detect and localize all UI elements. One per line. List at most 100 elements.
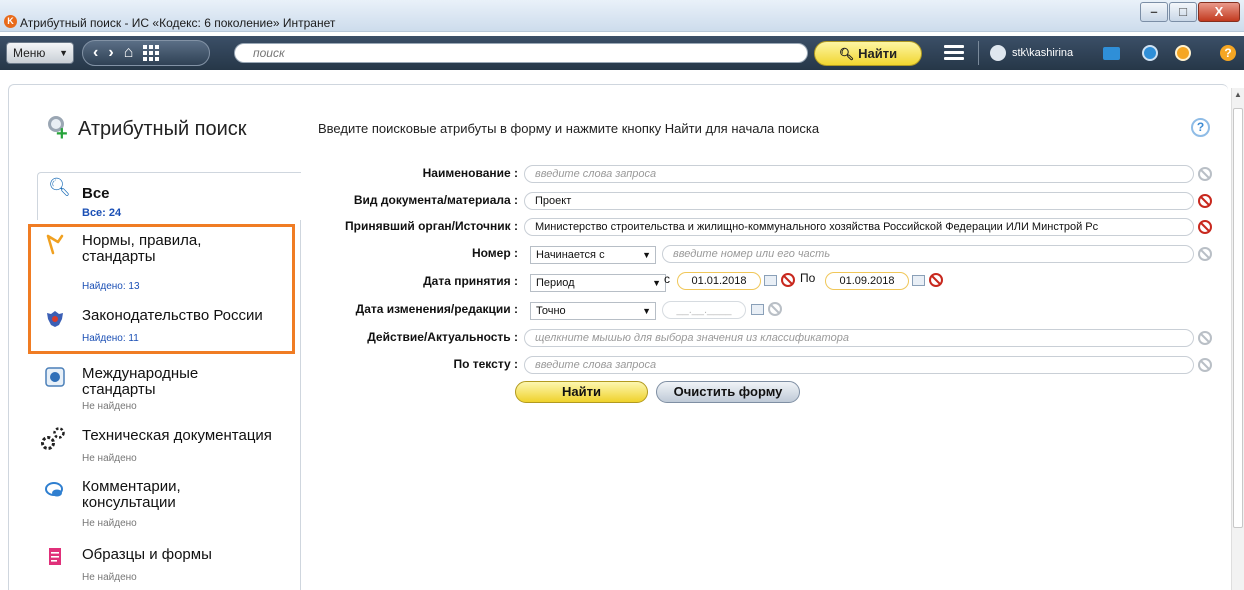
- category-legislation-label: Законодательство России: [82, 307, 263, 324]
- date-to-clear-icon[interactable]: [929, 273, 943, 287]
- date-from-label: с: [664, 272, 670, 286]
- date-to-label: По: [800, 271, 816, 285]
- category-all-label: Все: [82, 185, 110, 202]
- doc-type-field[interactable]: Проект: [524, 192, 1194, 210]
- category-legislation-status: Найдено: 11: [82, 333, 139, 344]
- date-changed-field[interactable]: __.__.____: [662, 301, 746, 319]
- folder-icon[interactable]: [1103, 47, 1120, 60]
- number-label: Номер :: [471, 246, 518, 260]
- calendar-icon[interactable]: [751, 304, 764, 315]
- toolbar-find-label: Найти: [858, 46, 898, 61]
- category-all[interactable]: 🔍︎ Все Все: 24: [37, 172, 301, 220]
- category-forms-label: Образцы и формы: [82, 546, 212, 563]
- search-input[interactable]: [235, 44, 807, 62]
- maximize-icon: □: [1179, 4, 1187, 19]
- clock-icon[interactable]: [1142, 45, 1158, 61]
- date-changed-clear-icon[interactable]: [768, 302, 782, 316]
- window-title: Атрибутный поиск - ИС «Кодекс: 6 поколен…: [20, 16, 336, 30]
- close-icon: X: [1214, 4, 1224, 19]
- issuer-label: Принявший орган/Источник :: [345, 219, 518, 233]
- issuer-clear-icon[interactable]: [1198, 220, 1212, 234]
- category-comments-label-2: консультации: [82, 494, 176, 511]
- comments-icon: [45, 482, 63, 497]
- date-changed-mode-select[interactable]: Точно ▼: [530, 302, 656, 320]
- category-international-status: Не найдено: [82, 401, 137, 412]
- sidebar-divider: [300, 220, 301, 590]
- page-title: Атрибутный поиск: [78, 117, 247, 140]
- toolbar-help-icon[interactable]: ?: [1220, 45, 1236, 61]
- doc-type-clear-icon[interactable]: [1198, 194, 1212, 208]
- scroll-up-arrow-icon[interactable]: ▲: [1232, 90, 1244, 99]
- norms-icon: [46, 234, 64, 255]
- number-clear-icon[interactable]: [1198, 247, 1212, 261]
- calendar-icon[interactable]: [764, 275, 777, 286]
- vertical-scrollbar[interactable]: ▲: [1231, 88, 1244, 590]
- name-clear-icon[interactable]: [1198, 167, 1212, 181]
- status-clear-icon[interactable]: [1198, 331, 1212, 345]
- text-clear-icon[interactable]: [1198, 358, 1212, 372]
- power-icon[interactable]: [1175, 45, 1191, 61]
- help-icon[interactable]: ?: [1191, 118, 1210, 137]
- date-changed-label: Дата изменения/редакции :: [355, 302, 518, 316]
- minimize-icon: –: [1150, 4, 1158, 19]
- number-mode-select[interactable]: Начинается с ▼: [530, 246, 656, 264]
- toolbar-divider: [978, 41, 979, 65]
- category-technical-status: Не найдено: [82, 453, 137, 464]
- issuer-field[interactable]: Министерство строительства и жилищно-ком…: [524, 218, 1194, 236]
- user-icon[interactable]: [990, 45, 1006, 61]
- text-field[interactable]: введите слова запроса: [524, 356, 1194, 374]
- name-field[interactable]: введите слова запроса: [524, 165, 1194, 183]
- page-header: + Атрибутный поиск: [44, 116, 247, 144]
- text-label: По тексту :: [453, 357, 518, 371]
- minimize-button[interactable]: –: [1140, 2, 1168, 22]
- date-adopted-mode-select[interactable]: Период ▼: [530, 274, 666, 292]
- search-icon: 🔍︎: [48, 177, 71, 197]
- search-icon: 🔍︎: [838, 47, 855, 61]
- instructions-text: Введите поисковые атрибуты в форму и наж…: [318, 121, 820, 136]
- category-comments-label-1: Комментарии,: [82, 478, 181, 495]
- apps-grid-icon[interactable]: [143, 45, 160, 61]
- date-adopted-mode-value: Период: [536, 277, 575, 289]
- category-technical-label: Техническая документация: [82, 427, 272, 444]
- hamburger-menu-icon[interactable]: [944, 45, 964, 61]
- search-field[interactable]: [234, 43, 808, 63]
- forms-icon: [49, 548, 61, 565]
- number-field[interactable]: введите номер или его часть: [662, 245, 1194, 263]
- back-arrow-icon[interactable]: ‹: [93, 40, 98, 66]
- menu-button[interactable]: Меню ▼: [6, 42, 74, 64]
- close-button[interactable]: X: [1198, 2, 1240, 22]
- name-label: Наименование :: [422, 166, 518, 180]
- category-comments-status: Не найдено: [82, 518, 137, 529]
- category-international-label-2: стандарты: [82, 381, 156, 398]
- category-norms-label-1: Нормы, правила,: [82, 232, 202, 249]
- forward-arrow-icon[interactable]: ›: [108, 40, 113, 66]
- category-forms-status: Не найдено: [82, 572, 137, 583]
- window-controls: – □ X: [1140, 2, 1240, 22]
- menu-button-label: Меню: [13, 46, 46, 60]
- category-norms-label-2: стандарты: [82, 248, 156, 265]
- russia-emblem-icon: [47, 311, 63, 327]
- chevron-down-icon: ▼: [652, 278, 661, 288]
- number-mode-value: Начинается с: [536, 249, 605, 261]
- status-field[interactable]: щелкните мышью для выбора значения из кл…: [524, 329, 1194, 347]
- navigation-group: ‹ › ⌂: [82, 40, 210, 66]
- category-all-count: Все: 24: [82, 207, 122, 219]
- calendar-icon[interactable]: [912, 275, 925, 286]
- international-standards-icon: [45, 367, 65, 387]
- find-button[interactable]: Найти: [515, 381, 648, 403]
- user-name[interactable]: stk\kashirina: [1012, 47, 1073, 59]
- category-norms-status: Найдено: 13: [82, 281, 140, 292]
- maximize-button[interactable]: □: [1169, 2, 1197, 22]
- app-logo-icon: K: [4, 15, 17, 28]
- date-to-field[interactable]: 01.09.2018: [825, 272, 909, 290]
- clear-form-button[interactable]: Очистить форму: [656, 381, 800, 403]
- attribute-search-icon: +: [44, 116, 72, 144]
- date-from-field[interactable]: 01.01.2018: [677, 272, 761, 290]
- scroll-thumb[interactable]: [1233, 108, 1243, 528]
- toolbar-find-button[interactable]: 🔍︎ Найти: [814, 41, 922, 66]
- chevron-down-icon: ▼: [59, 48, 68, 58]
- date-changed-mode-value: Точно: [536, 305, 566, 317]
- home-icon[interactable]: ⌂: [124, 40, 134, 66]
- chevron-down-icon: ▼: [642, 306, 651, 316]
- date-from-clear-icon[interactable]: [781, 273, 795, 287]
